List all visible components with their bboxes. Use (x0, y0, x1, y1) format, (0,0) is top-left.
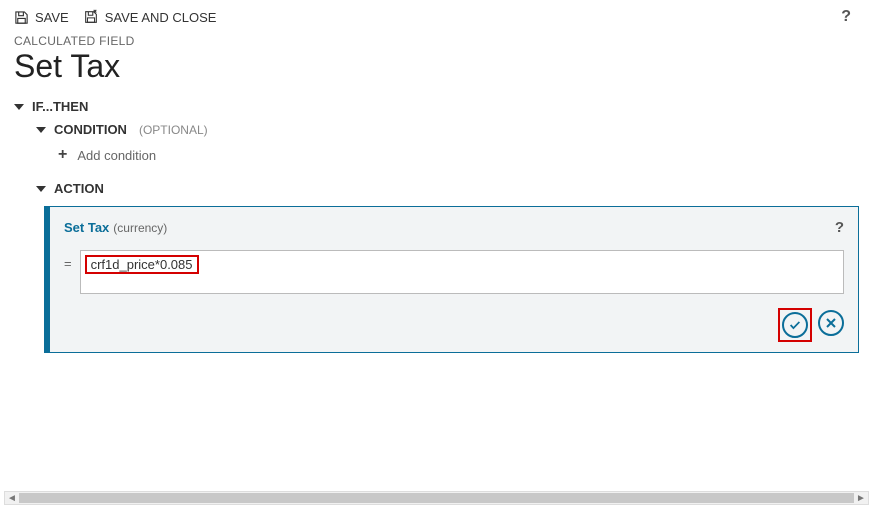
scroll-right-icon[interactable]: ► (854, 492, 868, 504)
formula-highlight: crf1d_price*0.085 (87, 257, 197, 272)
confirm-highlight (780, 310, 810, 340)
caret-down-icon (36, 186, 46, 192)
plus-icon: + (58, 147, 67, 163)
scroll-left-icon[interactable]: ◄ (5, 492, 19, 504)
toolbar: SAVE SAVE AND CLOSE ? (0, 0, 873, 30)
save-button[interactable]: SAVE (14, 10, 69, 25)
save-close-icon (83, 9, 99, 25)
caret-down-icon (14, 104, 24, 110)
equals-label: = (64, 250, 72, 271)
ifthen-row[interactable]: IF...THEN (14, 95, 859, 118)
ifthen-label: IF...THEN (32, 99, 88, 114)
action-panel-wrap: Set Tax (currency) ? = crf1d_price*0.085 (44, 206, 859, 353)
scroll-track[interactable] (19, 493, 854, 503)
action-panel: Set Tax (currency) ? = crf1d_price*0.085 (44, 206, 859, 353)
condition-row[interactable]: CONDITION (OPTIONAL) (36, 118, 859, 141)
action-label: ACTION (54, 181, 104, 196)
action-row[interactable]: ACTION (36, 177, 859, 200)
eyebrow: CALCULATED FIELD (0, 30, 873, 48)
condition-optional: (OPTIONAL) (139, 123, 208, 137)
save-close-button[interactable]: SAVE AND CLOSE (83, 9, 217, 25)
formula-text: crf1d_price*0.085 (91, 257, 193, 272)
panel-actions (64, 310, 844, 340)
page-title: Set Tax (0, 48, 873, 95)
close-icon (825, 317, 837, 329)
action-panel-title: Set Tax (64, 220, 109, 235)
save-icon (14, 10, 29, 25)
page-root: SAVE SAVE AND CLOSE ? CALCULATED FIELD S… (0, 0, 873, 509)
toolbar-right: ? (841, 8, 859, 26)
toolbar-left: SAVE SAVE AND CLOSE (14, 9, 216, 25)
cancel-button[interactable] (818, 310, 844, 336)
check-icon (788, 318, 802, 332)
scroll-thumb[interactable] (19, 493, 854, 503)
action-panel-head: Set Tax (currency) ? (64, 219, 844, 236)
caret-down-icon (36, 127, 46, 133)
help-icon[interactable]: ? (841, 8, 859, 26)
formula-input[interactable]: crf1d_price*0.085 (80, 250, 844, 294)
save-label: SAVE (35, 10, 69, 25)
condition-label: CONDITION (54, 122, 127, 137)
add-condition-button[interactable]: + Add condition (58, 141, 859, 177)
add-condition-label: Add condition (77, 148, 156, 163)
formula-row: = crf1d_price*0.085 (64, 250, 844, 294)
panel-help-icon[interactable]: ? (835, 219, 844, 236)
save-close-label: SAVE AND CLOSE (105, 10, 217, 25)
horizontal-scrollbar[interactable]: ◄ ► (4, 491, 869, 505)
confirm-button[interactable] (782, 312, 808, 338)
action-panel-subtitle: (currency) (113, 221, 167, 235)
